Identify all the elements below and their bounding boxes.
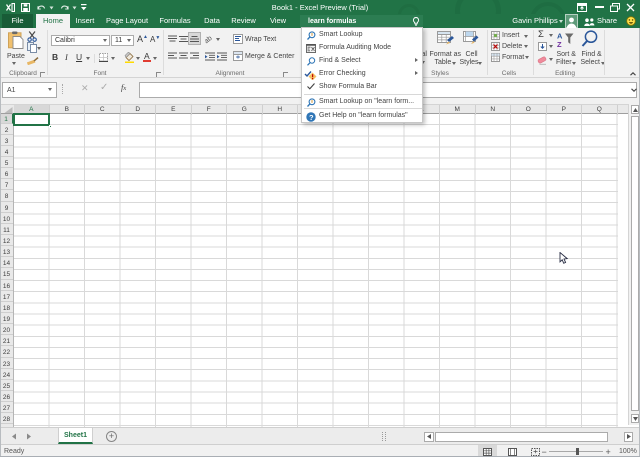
svg-text:?: ? xyxy=(309,113,314,122)
svg-text:ab: ab xyxy=(205,34,214,43)
svg-text:Z: Z xyxy=(557,40,562,48)
